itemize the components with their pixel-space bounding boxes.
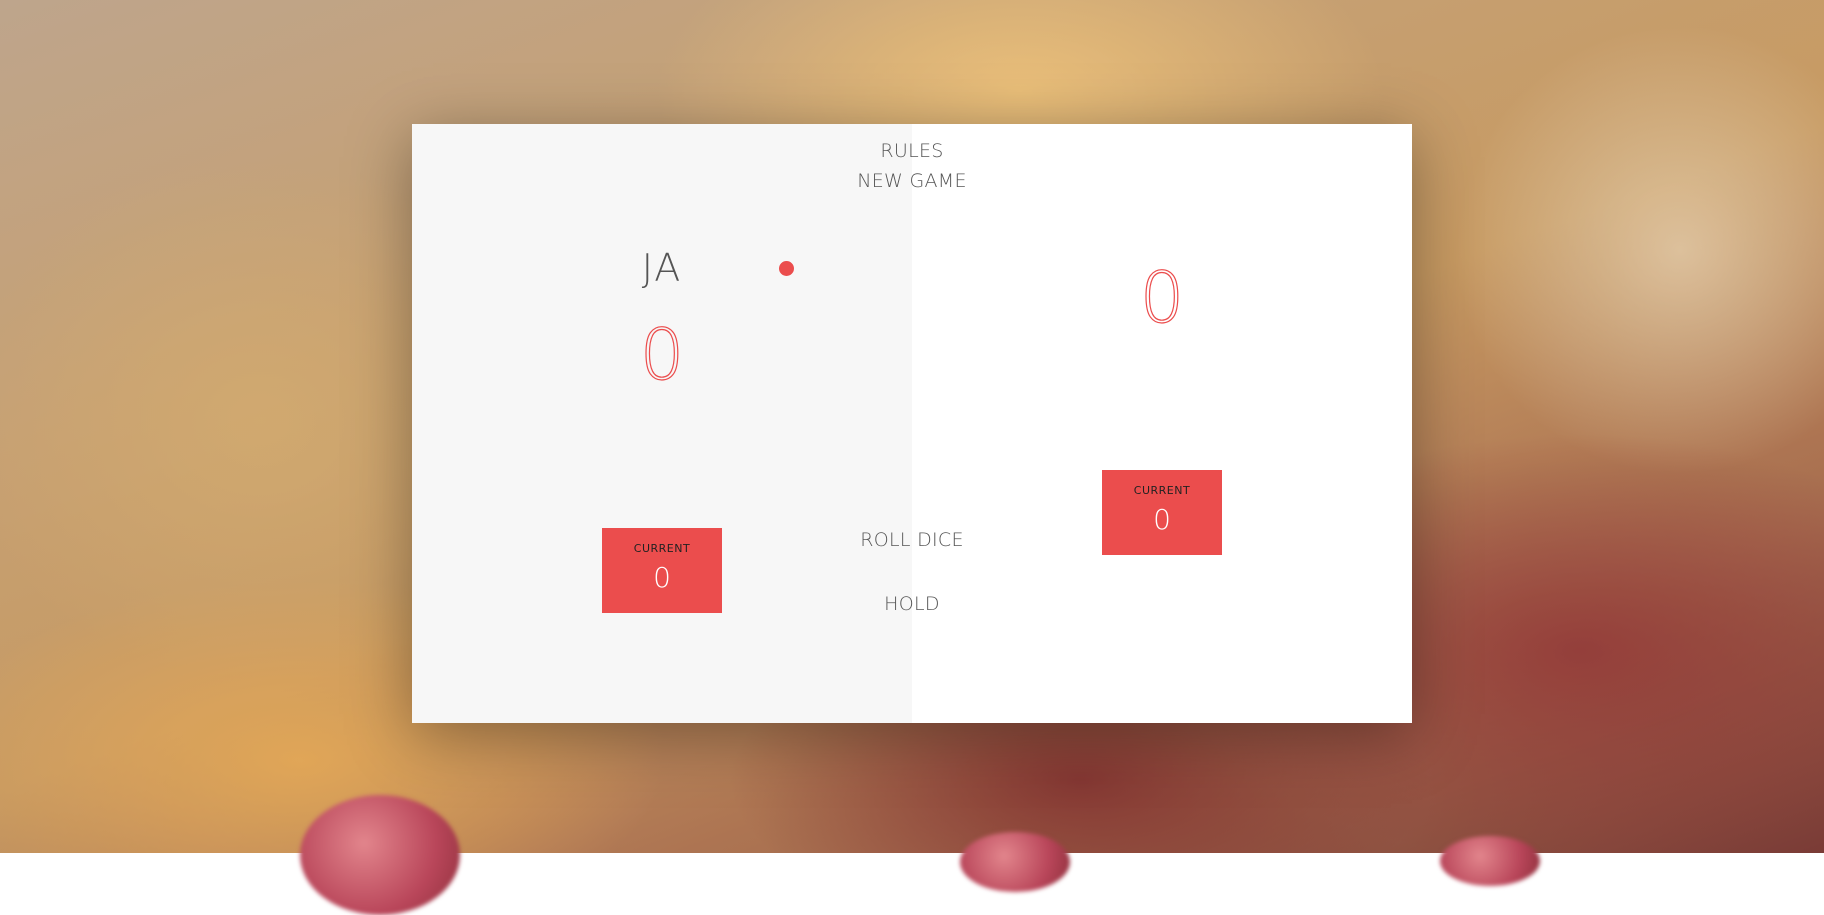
raspberry-decoration: [1440, 836, 1540, 886]
player-0-name: JA: [641, 246, 683, 290]
raspberry-decoration: [300, 795, 460, 915]
active-player-indicator: [779, 261, 794, 276]
player-0-current-score: 0: [653, 561, 671, 594]
current-label: CURRENT: [633, 542, 691, 555]
hold-button[interactable]: HOLD: [712, 591, 1112, 617]
rules-button[interactable]: RULES: [712, 138, 1112, 164]
player-0-current-box: CURRENT 0: [602, 528, 722, 613]
new-game-button[interactable]: NEW GAME: [712, 168, 1112, 194]
raspberry-decoration: [960, 832, 1070, 892]
player-1-current-score: 0: [1153, 503, 1171, 536]
roll-dice-button[interactable]: ROLL DICE: [712, 527, 1112, 553]
player-0-score: 0: [639, 313, 685, 396]
current-label: CURRENT: [1133, 484, 1191, 497]
player-1-score: 0: [1139, 256, 1185, 339]
player-0-panel: JA 0 CURRENT 0: [412, 124, 912, 723]
game-panel: JA 0 CURRENT 0 0 CURRENT 0 RULES NEW GAM…: [412, 124, 1412, 723]
player-1-panel: 0 CURRENT 0: [912, 124, 1412, 723]
player-1-current-box: CURRENT 0: [1102, 470, 1222, 555]
